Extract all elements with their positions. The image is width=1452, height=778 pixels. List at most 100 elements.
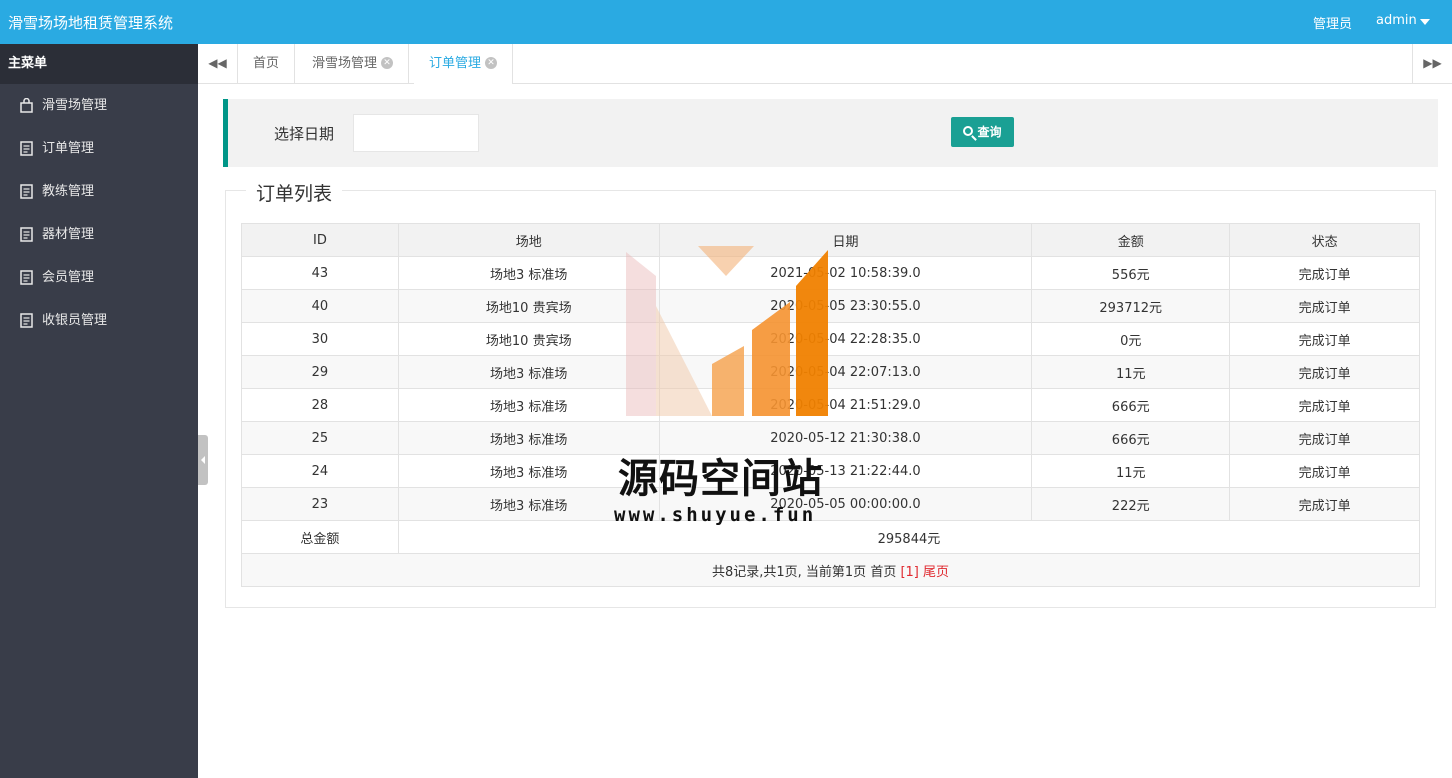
total-row: 总金额 295844元: [241, 520, 1421, 554]
tab-label: 订单管理: [429, 56, 482, 71]
cell-venue: 场地3 标准场: [397, 454, 660, 488]
cell-amount: 11元: [1031, 454, 1231, 488]
pagination-current-page[interactable]: [1]: [900, 565, 918, 580]
document-icon: [20, 313, 33, 328]
date-input[interactable]: [353, 114, 479, 152]
cell-amount: 222元: [1031, 487, 1231, 521]
app-title: 滑雪场场地租赁管理系统: [8, 14, 174, 32]
tab-scroll-left-icon[interactable]: ◀◀: [198, 44, 238, 83]
cell-venue: 场地3 标准场: [397, 487, 660, 521]
close-icon[interactable]: ✕: [381, 56, 394, 69]
sidebar-item-label: 滑雪场管理: [42, 98, 108, 113]
sidebar-item-coaches[interactable]: 教练管理: [0, 170, 198, 213]
sidebar-title: 主菜单: [0, 44, 198, 84]
sidebar-item-equipment[interactable]: 器材管理: [0, 213, 198, 256]
pagination-first-link[interactable]: 首页: [870, 565, 896, 580]
document-icon: [20, 184, 33, 199]
cell-status: 完成订单: [1229, 487, 1420, 521]
cell-status: 完成订单: [1229, 454, 1420, 488]
sidebar-item-label: 订单管理: [42, 141, 95, 156]
cell-date: 2020-05-04 22:28:35.0: [658, 322, 1033, 356]
total-label: 总金额: [241, 520, 399, 554]
column-header: 场地: [397, 223, 660, 257]
cell-id: 30: [241, 322, 399, 356]
sidebar-item-ski-resort[interactable]: 滑雪场管理: [0, 84, 198, 127]
document-icon: [20, 270, 33, 285]
sidebar-item-members[interactable]: 会员管理: [0, 256, 198, 299]
table-row: 29 场地3 标准场 2020-05-04 22:07:13.0 11元 完成订…: [241, 355, 1420, 389]
table-row: 24 场地3 标准场 2020-05-13 21:22:44.0 11元 完成订…: [241, 454, 1420, 488]
query-button-label: 查询: [977, 125, 1002, 139]
column-header: 日期: [658, 223, 1033, 257]
cell-date: 2020-05-05 23:30:55.0: [658, 289, 1033, 323]
cell-date: 2020-05-13 21:22:44.0: [658, 454, 1033, 488]
cell-date: 2020-05-12 21:30:38.0: [658, 421, 1033, 455]
cell-venue: 场地3 标准场: [397, 388, 660, 422]
date-label: 选择日期: [274, 125, 335, 143]
top-header: 滑雪场场地租赁管理系统 管理员 admin: [0, 0, 1452, 44]
cell-venue: 场地10 贵宾场: [397, 289, 660, 323]
pagination-summary: 共8记录,共1页, 当前第1页: [711, 564, 867, 580]
bag-icon: [20, 98, 33, 113]
cell-id: 25: [241, 421, 399, 455]
tab-label: 首页: [253, 56, 280, 71]
sidebar-item-cashiers[interactable]: 收银员管理: [0, 299, 198, 342]
cell-id: 29: [241, 355, 399, 389]
cell-status: 完成订单: [1229, 388, 1420, 422]
cell-date: 2021-05-02 10:58:39.0: [658, 256, 1033, 290]
cell-date: 2020-05-04 22:07:13.0: [658, 355, 1033, 389]
user-menu[interactable]: admin: [1376, 13, 1417, 28]
cell-status: 完成订单: [1229, 355, 1420, 389]
query-button[interactable]: 查询: [951, 117, 1014, 147]
sidebar-collapse-handle[interactable]: [198, 435, 208, 485]
close-icon[interactable]: ✕: [485, 56, 498, 69]
column-header: ID: [241, 223, 399, 257]
document-icon: [20, 227, 33, 242]
sidebar-item-label: 器材管理: [42, 227, 95, 242]
column-header: 状态: [1229, 223, 1420, 257]
cell-status: 完成订单: [1229, 421, 1420, 455]
tab-orders[interactable]: 订单管理 ✕: [414, 44, 514, 84]
cell-status: 完成订单: [1229, 256, 1420, 290]
tab-scroll-right-icon[interactable]: ▶▶: [1412, 44, 1452, 83]
search-icon: [963, 126, 974, 136]
pagination: 共8记录,共1页, 当前第1页 首页 [1] 尾页: [241, 553, 1420, 587]
cell-id: 24: [241, 454, 399, 488]
sidebar: 主菜单 滑雪场管理 订单管理 教练管理 器材管理 会员管理 收银员管理: [0, 44, 198, 778]
tab-bar: ◀◀ 首页 滑雪场管理 ✕ 订单管理 ✕ ▶▶: [198, 44, 1452, 84]
table-row: 40 场地10 贵宾场 2020-05-05 23:30:55.0 293712…: [241, 289, 1420, 323]
cell-date: 2020-05-04 21:51:29.0: [658, 388, 1033, 422]
cell-id: 43: [241, 256, 399, 290]
cell-date: 2020-05-05 00:00:00.0: [658, 487, 1033, 521]
table-row: 25 场地3 标准场 2020-05-12 21:30:38.0 666元 完成…: [241, 421, 1420, 455]
cell-amount: 293712元: [1031, 289, 1231, 323]
tab-ski-resort[interactable]: 滑雪场管理 ✕: [297, 44, 410, 83]
order-list-legend: 订单列表: [246, 179, 343, 206]
cell-amount: 11元: [1031, 355, 1231, 389]
cell-venue: 场地3 标准场: [397, 355, 660, 389]
search-panel: 选择日期 查询: [223, 99, 1438, 167]
sidebar-item-label: 教练管理: [42, 184, 95, 199]
cell-amount: 556元: [1031, 256, 1231, 290]
cell-id: 23: [241, 487, 399, 521]
document-icon: [20, 141, 33, 156]
cell-amount: 666元: [1031, 388, 1231, 422]
chevron-down-icon[interactable]: [1420, 19, 1430, 25]
cell-id: 28: [241, 388, 399, 422]
cell-venue: 场地3 标准场: [397, 421, 660, 455]
pagination-last-link[interactable]: 尾页: [923, 565, 949, 580]
pagination-row: 共8记录,共1页, 当前第1页 首页 [1] 尾页: [241, 553, 1420, 587]
order-table: ID 场地 日期 金额 状态 43 场地3 标准场 2021-05-02 10:…: [241, 223, 1421, 587]
sidebar-item-label: 收银员管理: [42, 313, 108, 328]
table-row: 43 场地3 标准场 2021-05-02 10:58:39.0 556元 完成…: [241, 256, 1420, 290]
cell-venue: 场地3 标准场: [397, 256, 660, 290]
sidebar-item-orders[interactable]: 订单管理: [0, 127, 198, 170]
cell-status: 完成订单: [1229, 322, 1420, 356]
total-value: 295844元: [397, 520, 1421, 554]
tab-home[interactable]: 首页: [238, 44, 296, 83]
table-row: 30 场地10 贵宾场 2020-05-04 22:28:35.0 0元 完成订…: [241, 322, 1420, 356]
column-header: 金额: [1031, 223, 1231, 257]
tab-label: 滑雪场管理: [312, 56, 378, 71]
table-row: 28 场地3 标准场 2020-05-04 21:51:29.0 666元 完成…: [241, 388, 1420, 422]
cell-id: 40: [241, 289, 399, 323]
